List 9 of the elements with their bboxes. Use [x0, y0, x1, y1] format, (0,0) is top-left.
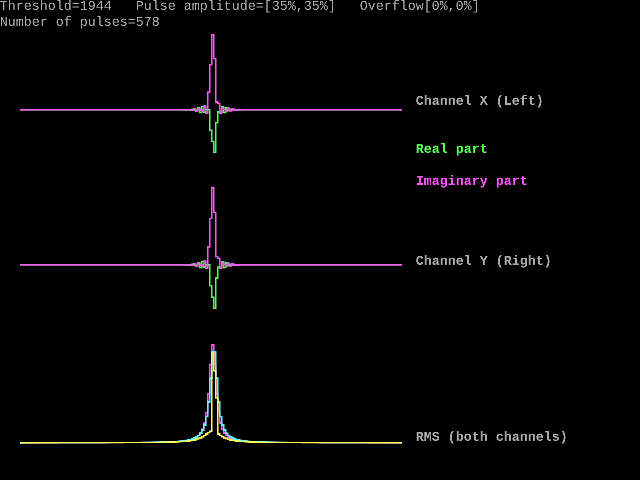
legend-label: Real part — [416, 143, 489, 159]
channel-label: Channel X (Left) — [416, 95, 545, 111]
legend-label: Imaginary part — [416, 175, 529, 191]
pulse-amplitude-readout: Pulse amplitude=[35%,35%] — [136, 0, 336, 16]
rms-label: RMS (both channels) — [416, 431, 568, 447]
overflow-readout: Overflow[0%,0%] — [360, 0, 480, 16]
pulse-count-readout: Number of pulses=578 — [0, 16, 161, 32]
threshold-readout: Threshold=1944 — [0, 0, 112, 16]
channel-label: Channel Y (Right) — [416, 255, 553, 271]
